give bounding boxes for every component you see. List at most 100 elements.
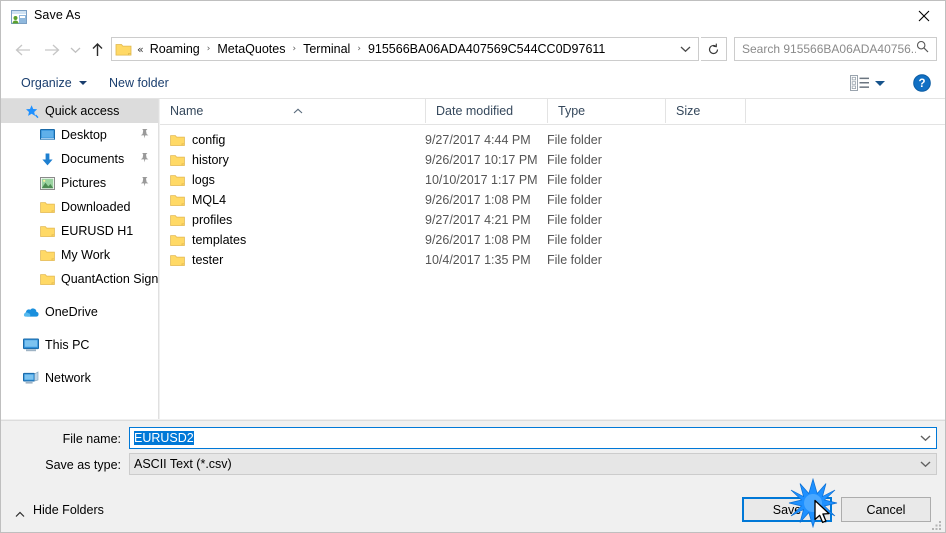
address-bar[interactable]: « Roaming › MetaQuotes › Terminal › 9155…: [111, 37, 699, 61]
sidebar-item-this-pc[interactable]: This PC: [1, 333, 158, 357]
sidebar-item-my-work[interactable]: My Work: [1, 243, 158, 267]
pin-icon[interactable]: [139, 152, 150, 166]
search-icon[interactable]: [916, 40, 929, 58]
window-title: Save As: [34, 8, 81, 22]
file-list-header: Name Date modified Type Size: [160, 99, 945, 125]
table-row[interactable]: profiles 9/27/2017 4:21 PM File folder: [160, 210, 945, 230]
file-row-type: File folder: [547, 213, 602, 227]
sidebar-item-eurusd-h1[interactable]: EURUSD H1: [1, 219, 158, 243]
file-name-label: File name:: [62, 432, 121, 446]
breadcrumb-item-roaming[interactable]: Roaming: [147, 40, 203, 58]
view-dropdown-icon[interactable]: [875, 81, 885, 86]
folder-icon: [170, 254, 185, 267]
sidebar-item-onedrive[interactable]: OneDrive: [1, 300, 158, 324]
folder-icon: [39, 247, 55, 263]
arrow-left-icon: [15, 44, 30, 55]
navigation-pane: Quick access Desktop Documents Pictures Down…: [1, 99, 159, 419]
onedrive-cloud-icon: [23, 304, 39, 320]
sidebar-item-quick-access[interactable]: Quick access: [1, 99, 158, 123]
file-row-name: tester: [170, 250, 223, 270]
search-input[interactable]: Search 915566BA06ADA40756...: [742, 42, 916, 56]
hide-folders-label: Hide Folders: [33, 503, 104, 517]
sidebar-item-network[interactable]: Network: [1, 366, 158, 390]
desktop-icon: [39, 127, 55, 143]
pin-icon[interactable]: [139, 176, 150, 190]
column-header-type[interactable]: Type: [547, 99, 665, 123]
close-button[interactable]: [901, 1, 945, 31]
save-button-label: Save: [772, 502, 802, 517]
dialog-footer: Hide Folders Save Cancel: [1, 495, 945, 532]
sidebar-item-label: Downloaded: [61, 200, 131, 214]
sidebar-item-label: Network: [45, 371, 91, 385]
sidebar-item-desktop[interactable]: Desktop: [1, 123, 158, 147]
column-header-date-modified[interactable]: Date modified: [425, 99, 547, 123]
table-row[interactable]: templates 9/26/2017 1:08 PM File folder: [160, 230, 945, 250]
save-button[interactable]: Save: [742, 497, 832, 522]
file-row-name: templates: [170, 230, 246, 250]
table-row[interactable]: logs 10/10/2017 1:17 PM File folder: [160, 170, 945, 190]
column-header-name[interactable]: Name: [160, 99, 425, 123]
save-as-type-dropdown-icon[interactable]: [914, 454, 936, 474]
column-header-size-label: Size: [676, 104, 701, 118]
file-row-type: File folder: [547, 193, 602, 207]
folder-icon: [39, 271, 55, 287]
breadcrumb-overflow[interactable]: «: [134, 43, 147, 56]
column-header-size[interactable]: Size: [665, 99, 745, 123]
column-header-date-label: Date modified: [436, 104, 514, 118]
table-row[interactable]: MQL4 9/26/2017 1:08 PM File folder: [160, 190, 945, 210]
file-name-input[interactable]: EURUSD2: [129, 427, 937, 449]
save-as-icon: [11, 9, 27, 25]
folder-icon: [170, 174, 185, 187]
column-header-name-label: Name: [170, 104, 204, 118]
cancel-button-label: Cancel: [866, 502, 906, 517]
sidebar-item-label: Documents: [61, 152, 125, 166]
table-row[interactable]: history 9/26/2017 10:17 PM File folder: [160, 150, 945, 170]
resize-grip-icon[interactable]: [930, 518, 944, 532]
sidebar-item-documents[interactable]: Documents: [1, 147, 158, 171]
breadcrumb-separator-icon[interactable]: ›: [203, 44, 215, 54]
back-button[interactable]: [9, 32, 35, 67]
file-row-name: MQL4: [170, 190, 226, 210]
save-as-type-select[interactable]: ASCII Text (*.csv): [129, 453, 937, 475]
sidebar-item-quantaction-signal[interactable]: QuantAction Signal: [1, 267, 158, 291]
search-box[interactable]: Search 915566BA06ADA40756...: [734, 37, 937, 61]
help-icon[interactable]: ?: [913, 74, 931, 92]
arrow-right-icon: [44, 44, 59, 55]
pin-icon[interactable]: [139, 128, 150, 142]
breadcrumb-item-guid[interactable]: 915566BA06ADA407569C544CC0D97611: [365, 40, 608, 58]
table-row[interactable]: config 9/27/2017 4:44 PM File folder: [160, 130, 945, 150]
view-layout-icon[interactable]: [850, 75, 870, 91]
file-row-name-label: config: [192, 133, 226, 147]
file-row-name: logs: [170, 170, 215, 190]
sidebar-item-label: Quick access: [45, 104, 120, 118]
sidebar-item-downloaded[interactable]: Downloaded: [1, 195, 158, 219]
breadcrumb-separator-icon[interactable]: ›: [288, 44, 300, 54]
folder-icon: [39, 223, 55, 239]
file-row-date: 10/4/2017 1:35 PM: [425, 253, 531, 267]
refresh-button[interactable]: [701, 37, 727, 61]
breadcrumb-item-terminal[interactable]: Terminal: [300, 40, 353, 58]
file-row-name: profiles: [170, 210, 232, 230]
organize-button[interactable]: Organize: [13, 67, 95, 98]
file-row-name-label: tester: [192, 253, 224, 267]
file-row-type: File folder: [547, 133, 602, 147]
table-row[interactable]: tester 10/4/2017 1:35 PM File folder: [160, 250, 945, 270]
file-name-dropdown-icon[interactable]: [914, 428, 936, 448]
file-row-name-label: MQL4: [192, 193, 227, 207]
cancel-button[interactable]: Cancel: [841, 497, 931, 522]
breadcrumb-item-metaquotes[interactable]: MetaQuotes: [214, 40, 288, 58]
up-one-level-button[interactable]: [85, 32, 109, 67]
file-row-type: File folder: [547, 233, 602, 247]
chevron-down-icon: [680, 46, 690, 53]
recent-locations-button[interactable]: [65, 32, 85, 67]
folder-icon: [170, 134, 185, 147]
hide-folders-button[interactable]: Hide Folders: [15, 499, 104, 521]
file-name-value[interactable]: EURUSD2: [134, 431, 914, 445]
breadcrumb-separator-icon[interactable]: ›: [353, 44, 365, 54]
file-row-date: 9/26/2017 1:08 PM: [425, 193, 531, 207]
address-dropdown-button[interactable]: [672, 38, 698, 60]
new-folder-button[interactable]: New folder: [101, 67, 177, 98]
chevron-down-icon: [78, 80, 87, 85]
forward-button[interactable]: [39, 32, 65, 67]
sidebar-item-pictures[interactable]: Pictures: [1, 171, 158, 195]
